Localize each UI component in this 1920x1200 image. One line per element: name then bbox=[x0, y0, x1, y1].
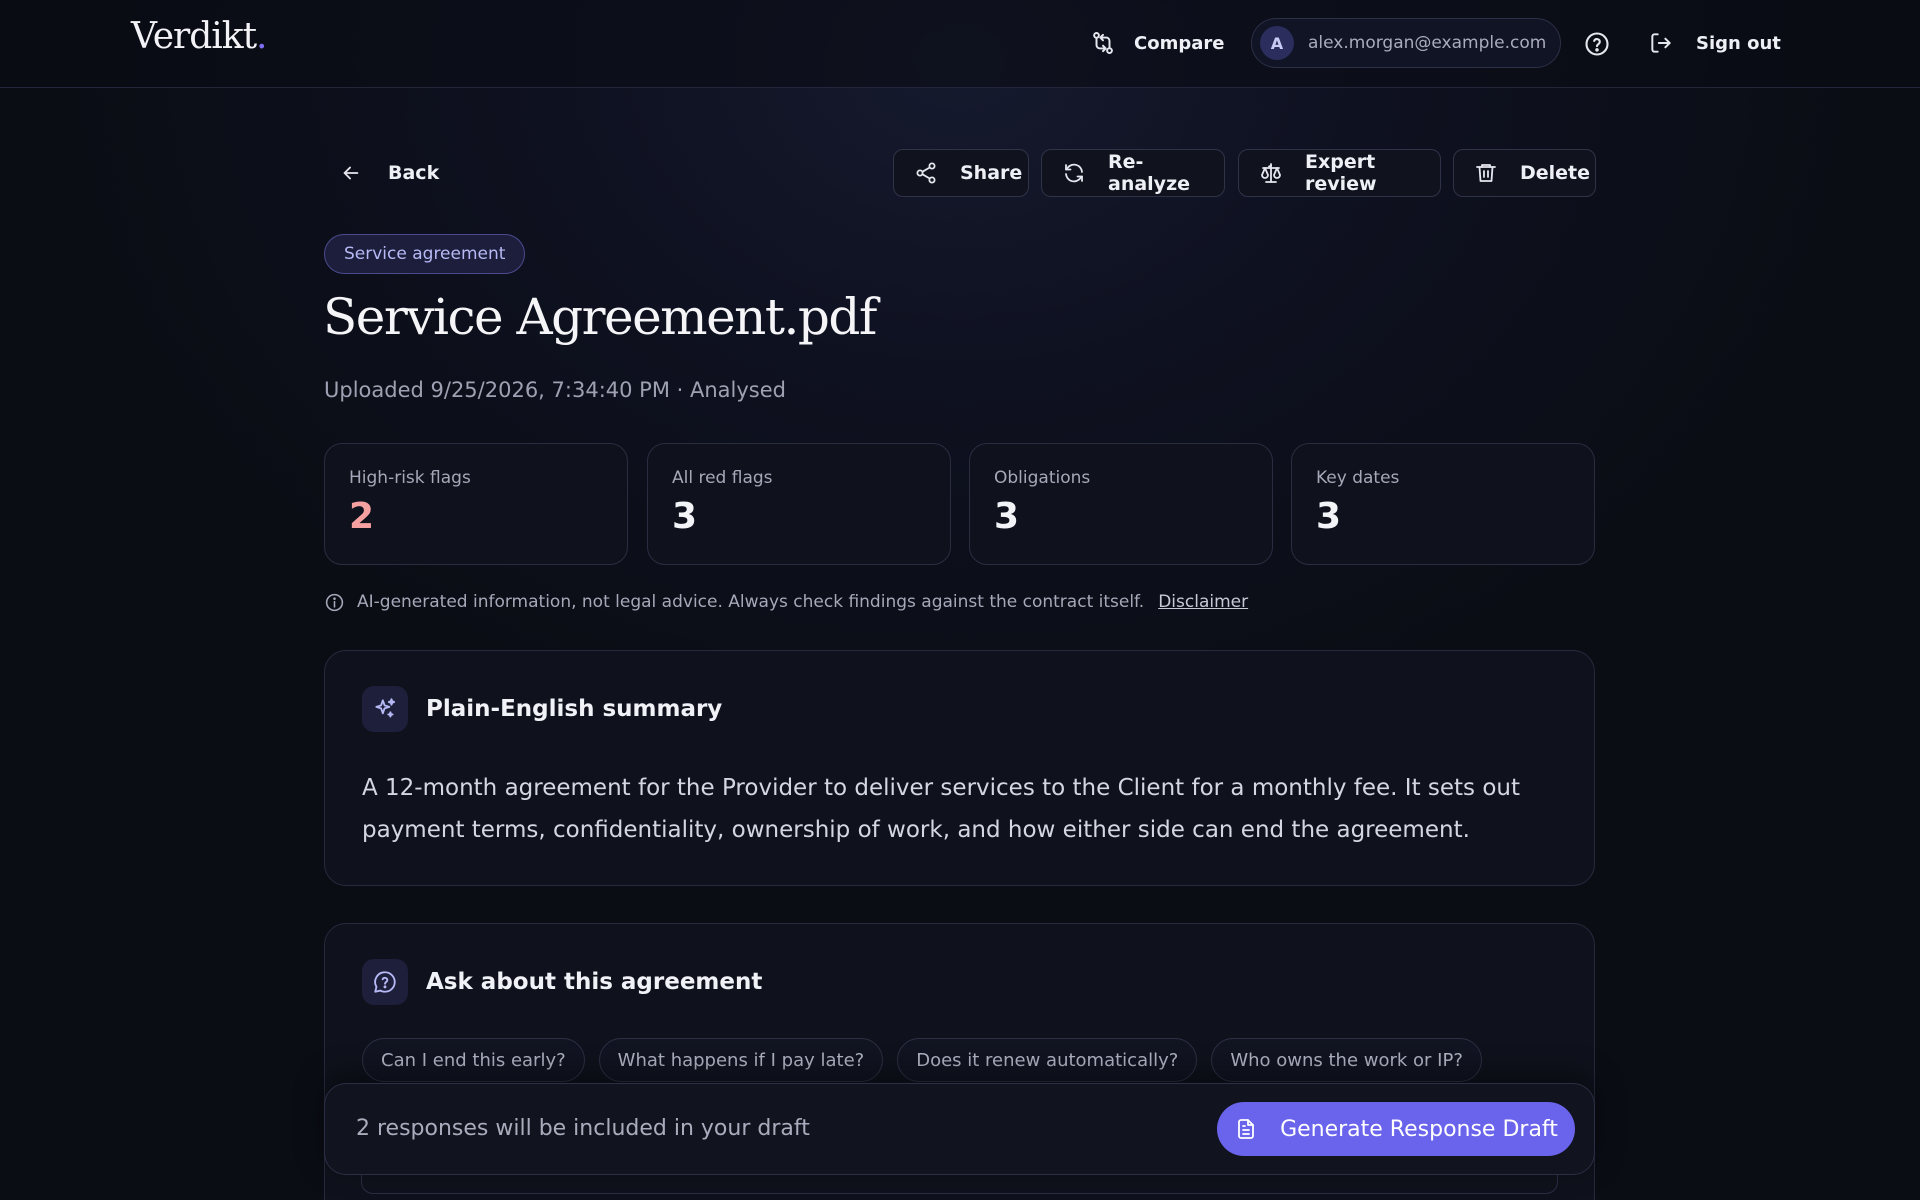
stat-value: 3 bbox=[994, 496, 1020, 537]
scale-icon bbox=[1261, 163, 1281, 183]
expert-review-label: Expert review bbox=[1305, 151, 1377, 195]
help-button[interactable] bbox=[1583, 30, 1611, 58]
expert-review-button[interactable]: Expert review bbox=[1238, 149, 1441, 197]
stat-value: 2 bbox=[349, 496, 375, 537]
trash-icon bbox=[1476, 164, 1496, 182]
sign-out-label: Sign out bbox=[1696, 32, 1781, 54]
delete-label: Delete bbox=[1520, 162, 1591, 184]
summary-title: Plain-English summary bbox=[426, 696, 723, 722]
share-icon bbox=[916, 162, 936, 184]
refresh-icon bbox=[1065, 163, 1083, 183]
stat-label: High-risk flags bbox=[349, 468, 471, 488]
generate-draft-label: Generate Response Draft bbox=[1280, 1116, 1558, 1142]
back-label: Back bbox=[388, 162, 440, 184]
logo-dot: . bbox=[256, 16, 267, 57]
suggestion-chip[interactable]: What happens if I pay late? bbox=[598, 1038, 884, 1082]
stat-card-high-risk[interactable]: High-risk flags 2 bbox=[324, 443, 628, 565]
logo-text: Verdikt bbox=[131, 16, 257, 57]
chat-question-icon bbox=[362, 959, 408, 1005]
summary-header: Plain-English summary bbox=[362, 686, 722, 732]
share-label: Share bbox=[960, 162, 1023, 184]
help-icon bbox=[1585, 32, 1609, 56]
suggestion-chip[interactable]: Who owns the work or IP? bbox=[1211, 1038, 1482, 1082]
stat-card-obligations[interactable]: Obligations 3 bbox=[969, 443, 1273, 565]
compare-label: Compare bbox=[1134, 32, 1225, 54]
stat-card-key-dates[interactable]: Key dates 3 bbox=[1291, 443, 1595, 565]
arrow-left-icon bbox=[343, 166, 359, 180]
sign-out-button[interactable]: Sign out bbox=[1648, 28, 1781, 58]
user-email: alex.morgan@example.com bbox=[1308, 33, 1547, 53]
document-type-badge: Service agreement bbox=[324, 234, 526, 274]
upload-status: Uploaded 9/25/2026, 7:34:40 PM · Analyse… bbox=[324, 378, 786, 402]
ask-header: Ask about this agreement bbox=[362, 959, 762, 1005]
draft-bar: 2 responses will be included in your dra… bbox=[324, 1083, 1595, 1175]
sparkles-icon bbox=[362, 686, 408, 732]
ai-disclaimer: AI-generated information, not legal advi… bbox=[324, 590, 1248, 614]
suggestion-chip[interactable]: Can I end this early? bbox=[362, 1038, 585, 1082]
summary-text: A 12-month agreement for the Provider to… bbox=[362, 775, 1521, 843]
back-button[interactable]: Back bbox=[340, 158, 439, 188]
stat-card-red-flags[interactable]: All red flags 3 bbox=[647, 443, 951, 565]
logo[interactable]: Verdikt. bbox=[131, 16, 268, 57]
top-bar: Verdikt. Compare A alex.morgan@example.c… bbox=[0, 0, 1920, 88]
stat-label: Key dates bbox=[1316, 468, 1400, 488]
re-analyze-label: Re-analyze bbox=[1108, 151, 1191, 195]
user-menu[interactable]: A alex.morgan@example.com bbox=[1251, 18, 1561, 68]
stat-label: All red flags bbox=[672, 468, 773, 488]
stat-value: 3 bbox=[672, 496, 698, 537]
document-icon bbox=[1238, 1119, 1254, 1139]
sign-out-icon bbox=[1651, 33, 1671, 53]
suggested-questions: Can I end this early? What happens if I … bbox=[362, 1038, 1482, 1082]
share-button[interactable]: Share bbox=[893, 149, 1029, 197]
compare-link[interactable]: Compare bbox=[1090, 28, 1224, 58]
compare-icon bbox=[1093, 32, 1113, 54]
stat-value: 3 bbox=[1316, 496, 1342, 537]
generate-draft-button[interactable]: Generate Response Draft bbox=[1217, 1102, 1575, 1156]
delete-button[interactable]: Delete bbox=[1453, 149, 1596, 197]
disclaimer-link[interactable]: Disclaimer bbox=[1158, 592, 1248, 612]
stat-label: Obligations bbox=[994, 468, 1091, 488]
re-analyze-button[interactable]: Re-analyze bbox=[1041, 149, 1225, 197]
suggestion-chip[interactable]: Does it renew automatically? bbox=[897, 1038, 1198, 1082]
summary-card: Plain-English summary A 12-month agreeme… bbox=[324, 650, 1595, 886]
info-icon bbox=[325, 593, 344, 611]
draft-status: 2 responses will be included in your dra… bbox=[356, 1116, 810, 1141]
disclaimer-text: AI-generated information, not legal advi… bbox=[357, 592, 1145, 612]
ask-title: Ask about this agreement bbox=[426, 969, 763, 995]
page-title: Service Agreement.pdf bbox=[323, 288, 877, 346]
avatar: A bbox=[1260, 26, 1294, 60]
